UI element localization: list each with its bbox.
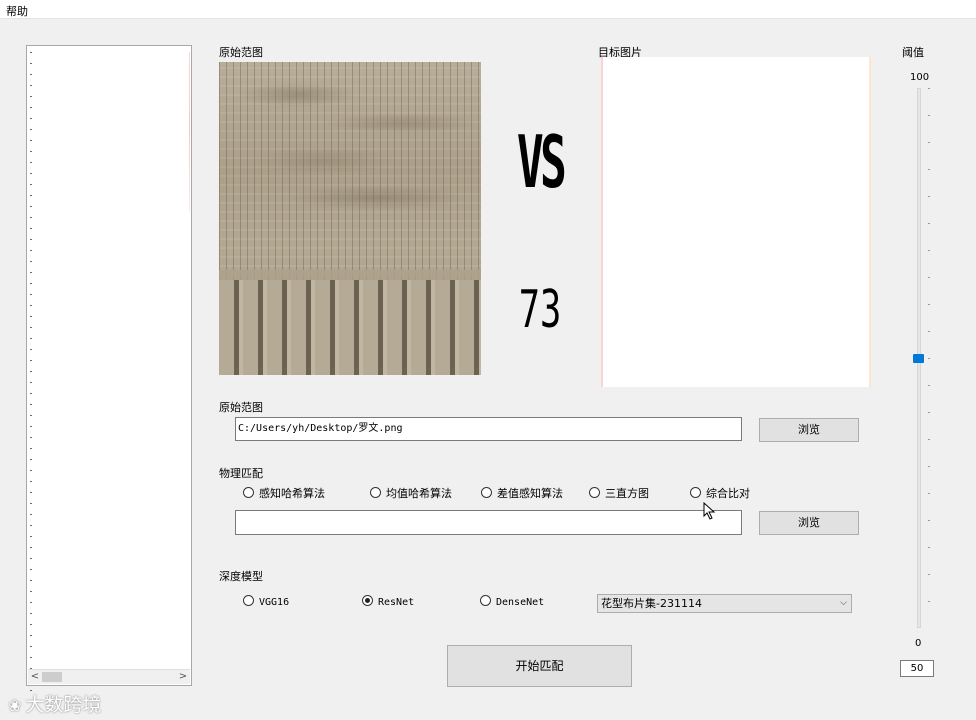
scroll-right-icon[interactable]: > [176,670,190,684]
source-path-input[interactable]: C:/Users/yh/Desktop/罗文.png [235,417,742,441]
list-edge-artifact [189,52,190,212]
browse-source-button[interactable]: 浏览 [759,418,859,442]
radio-average-hash[interactable]: 均值哈希算法 [370,485,452,501]
radio-circle-icon [370,487,381,498]
radio-vgg16[interactable]: VGG16 [243,595,289,608]
browse-physical-button[interactable]: 浏览 [759,511,859,535]
threshold-slider-ticks [928,88,930,628]
chevron-down-icon: ⌵ [840,598,847,608]
scroll-thumb[interactable] [42,672,62,682]
threshold-min: 0 [915,638,922,649]
menu-help[interactable]: 帮助 [6,3,28,19]
threshold-value-field[interactable]: 50 [900,660,934,677]
watermark: ❀ 大数跨境 [8,694,102,716]
image-list[interactable]: < > [26,45,192,712]
deep-model-label: 深度模型 [219,570,263,583]
radio-resnet[interactable]: ResNet [362,595,414,608]
path-section-label: 原始范图 [219,401,263,414]
radio-densenet[interactable]: DenseNet [480,595,544,608]
radio-difference-hash[interactable]: 差值感知算法 [481,485,563,501]
list-horizontal-scrollbar[interactable]: < > [28,669,190,684]
target-image [601,57,871,387]
radio-three-histogram[interactable]: 三直方图 [589,485,649,501]
dataset-select[interactable]: 花型布片集-231114 ⌵ [597,594,852,613]
radio-circle-icon [243,487,254,498]
threshold-label: 阈值 [902,46,924,59]
radio-circle-icon [690,487,701,498]
radio-circle-icon [481,487,492,498]
watermark-logo-icon: ❀ [8,696,22,715]
start-match-button[interactable]: 开始匹配 [447,645,632,687]
radio-circle-icon [243,595,254,606]
match-score: 73 [518,280,562,340]
radio-combined-compare[interactable]: 综合比对 [690,485,750,501]
radio-circle-icon [589,487,600,498]
scroll-left-icon[interactable]: < [28,670,42,684]
physical-path-input[interactable] [235,510,742,535]
source-image-label: 原始范图 [219,46,263,59]
list-tick-marks [30,52,32,712]
radio-circle-icon [480,595,491,606]
threshold-max: 100 [910,72,930,83]
menu-bar: 帮助 [0,0,976,19]
dataset-select-value: 花型布片集-231114 [601,597,702,610]
mouse-cursor-icon [703,502,716,520]
threshold-slider-thumb[interactable] [913,354,924,363]
radio-perceptual-hash[interactable]: 感知哈希算法 [243,485,325,501]
versus-text: VS [516,120,567,204]
physical-match-label: 物理匹配 [219,467,263,480]
source-fabric-image [219,62,481,375]
radio-selected-icon [362,595,373,606]
